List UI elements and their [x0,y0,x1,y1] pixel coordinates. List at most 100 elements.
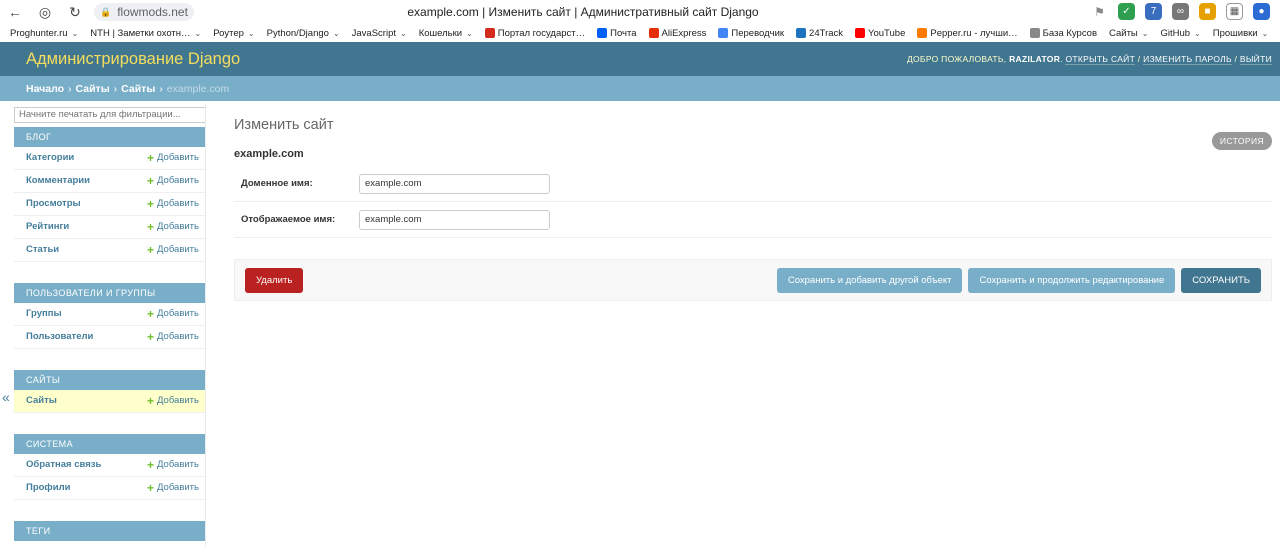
view-site-link[interactable]: Открыть сайт [1065,54,1136,65]
domain-label: Доменное имя: [241,178,313,189]
add-link[interactable]: + Добавить [147,395,199,407]
domain-input[interactable] [359,173,550,194]
save-and-continue-button[interactable]: Сохранить и продолжить редактирование [968,267,1176,293]
bookmark-item[interactable]: Python/Django ⌄ [267,28,340,39]
sidebar-item-link[interactable]: Статьи [26,244,59,255]
bookmark-item[interactable]: Кошельки ⌄ [419,28,473,39]
object-name: example.com [234,148,304,160]
history-button[interactable]: История [1211,132,1272,150]
chevron-down-icon: ⌄ [194,28,202,38]
add-label: Добавить [157,395,199,406]
delete-button[interactable]: Удалить [245,267,304,293]
sidebar-modules: Блог Категории + Добавить Комментарии + Добави… [14,126,205,541]
collapse-sidebar-icon[interactable]: « [2,389,10,405]
sidebar-item-link[interactable]: Комментарии [26,175,90,186]
sidebar-item-link[interactable]: Обратная связь [26,459,101,470]
extensions: ⚑ ✓ 7 ∞ ■ ▦ ● [1091,3,1270,20]
profile-extension-icon[interactable]: ● [1253,3,1270,20]
bookmark-label: NTH | Заметки охотн… [90,27,191,39]
sidebar-item: Просмотры + Добавить [14,193,205,216]
vpn-shield-icon[interactable]: ✓ [1118,3,1135,20]
bookmark-item[interactable]: YouTube [855,28,905,39]
display-name-label: Отображаемое имя: [241,214,336,225]
display-name-input[interactable] [359,209,550,230]
python-extension-icon[interactable]: 7 [1145,3,1162,20]
add-link[interactable]: + Добавить [147,331,199,343]
form-fieldset: Доменное имя: Отображаемое имя: [234,166,1272,238]
sidebar-item-link[interactable]: Рейтинги [26,221,69,232]
bookmark-item[interactable]: 24Track [796,28,843,39]
add-link[interactable]: + Добавить [147,198,199,210]
breadcrumb-model[interactable]: Сайты [121,83,155,95]
breadcrumb-separator: › [113,82,118,95]
bookmark-item[interactable]: База Курсов [1029,28,1097,39]
sidebar-item-link[interactable]: Категории [26,152,74,163]
back-icon[interactable]: ← [0,0,30,24]
puzzle-icon[interactable]: ▦ [1226,3,1243,20]
glasses-extension-icon[interactable]: ∞ [1172,3,1189,20]
add-link[interactable]: + Добавить [147,482,199,494]
plus-icon: + [146,457,154,472]
bookmark-item[interactable]: Роутер ⌄ [213,28,254,39]
bookmark-label: Переводчик [731,27,785,39]
add-link[interactable]: + Добавить [147,308,199,320]
sidebar-item-link[interactable]: Просмотры [26,198,81,209]
save-button[interactable]: Сохранить [1181,267,1261,293]
bookmark-item[interactable]: NTH | Заметки охотн… ⌄ [90,28,201,39]
bookmark-label: AliExpress [661,27,707,39]
bookmark-label: JavaScript [351,27,396,39]
add-link[interactable]: + Добавить [147,152,199,164]
sidebar-item-link[interactable]: Профили [26,482,70,493]
bookmark-item[interactable]: Pepper.ru - лучши… [917,28,1018,39]
bookmark-item[interactable]: Прошивки ⌄ [1213,28,1269,39]
bookmark-item[interactable]: Портал государст… [484,27,586,39]
bookmark-item[interactable]: AliExpress [648,27,707,39]
sidebar-item-link[interactable]: Сайты [26,395,57,406]
add-link[interactable]: + Добавить [147,459,199,471]
add-label: Добавить [157,198,199,209]
logout-link[interactable]: Выйти [1239,54,1272,65]
add-link[interactable]: + Добавить [147,221,199,233]
bookmark-item[interactable]: Proghunter.ru ⌄ [10,28,78,39]
plus-icon: + [146,173,154,188]
sidebar-module-title[interactable]: Теги [14,520,205,541]
sidebar-module-title[interactable]: Сайты [14,369,205,390]
breadcrumb-home[interactable]: Начало [26,83,64,95]
chevron-down-icon: ⌄ [71,28,79,38]
save-and-add-button[interactable]: Сохранить и добавить другой объект [776,267,963,293]
bookmark-item[interactable]: Почта [597,28,637,39]
bookmark-favicon-icon [855,28,866,38]
reload-icon[interactable]: ↻ [60,0,90,24]
bookmark-item[interactable]: GitHub ⌄ [1160,28,1200,39]
sidebar-filter-input[interactable] [14,106,205,123]
sidebar-item: Комментарии + Добавить [14,170,205,193]
bookmark-item[interactable]: JavaScript ⌄ [352,28,407,39]
wallet-extension-icon[interactable]: ■ [1199,3,1216,20]
user-tools: Добро пожаловать, RAZILATOR. Открыть сай… [906,54,1272,65]
bookmark-item[interactable]: Сайты ⌄ [1109,28,1148,39]
bookmark-label: 24Track [809,27,844,39]
sidebar-module-title[interactable]: Система [14,433,205,454]
site-branding[interactable]: Администрирование Django [26,50,240,69]
sidebar-module-title[interactable]: Блог [14,126,205,147]
bookmark-icon[interactable]: ⚑ [1091,3,1108,20]
add-label: Добавить [157,244,199,255]
sidebar-module-title[interactable]: Пользователи и группы [14,282,205,303]
sidebar-item-link[interactable]: Группы [26,308,62,319]
nav-sidebar: БлогКатегории+ДобавитьКомментарии+Добави… [14,104,206,547]
add-link[interactable]: + Добавить [147,175,199,187]
bookmark-favicon-icon [718,28,729,38]
change-password-link[interactable]: Изменить пароль [1143,54,1232,65]
shield-icon[interactable]: ◎ [30,0,60,24]
bookmark-label: Портал государст… [497,27,586,39]
add-link[interactable]: + Добавить [147,244,199,256]
add-label: Добавить [157,308,199,319]
bookmark-favicon-icon [648,28,659,38]
bookmark-item[interactable]: Переводчик [718,28,784,39]
sidebar-item-link[interactable]: Пользователи [26,331,93,342]
address-bar[interactable]: 🔒 flowmods.net [94,3,194,21]
add-label: Добавить [157,175,199,186]
breadcrumb-app[interactable]: Сайты [76,83,110,95]
browser-toolbar: ← ◎ ↻ 🔒 flowmods.net example.com | Измен… [0,0,1280,24]
add-label: Добавить [157,152,199,163]
